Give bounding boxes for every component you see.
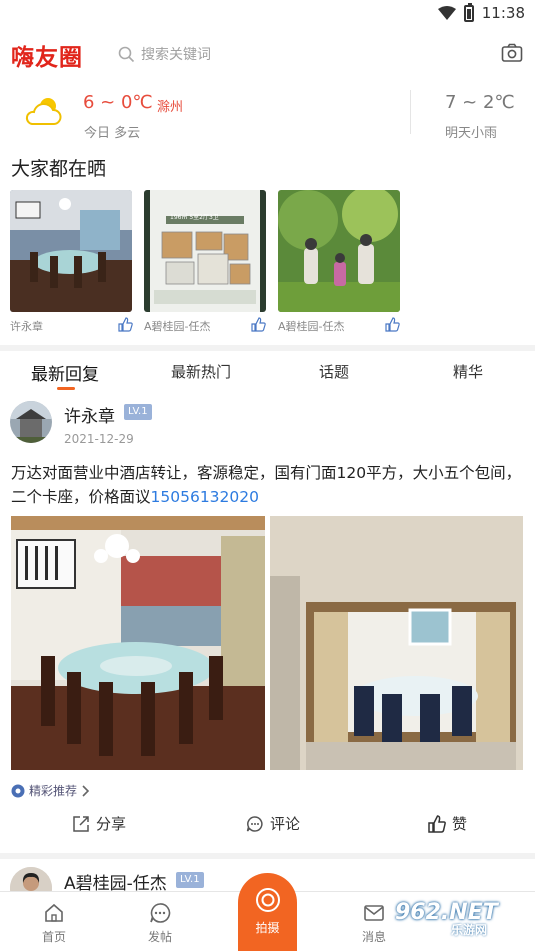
comment-button[interactable]: 评论 xyxy=(246,813,300,834)
tab-topics[interactable]: 话题 xyxy=(319,361,349,382)
tab-latest-hot[interactable]: 最新热门 xyxy=(171,361,231,382)
like-button[interactable]: 赞 xyxy=(428,813,467,834)
thumbs-up-icon[interactable] xyxy=(251,317,266,332)
post-photo-private-room[interactable] xyxy=(270,516,523,770)
thumbs-up-icon xyxy=(428,814,446,833)
nav-post-label: 发帖 xyxy=(147,930,172,944)
post-body: 万达对面营业中酒店转让，客源稳定，国有门面120平方，大小五个包间，二个卡座，价… xyxy=(11,464,522,506)
share-button[interactable]: 分享 xyxy=(72,813,126,834)
battery-icon xyxy=(463,2,474,22)
cloudy-weather-icon xyxy=(25,98,62,125)
feed-tabs: 最新回复 最新热门 话题 精华 xyxy=(0,351,535,393)
search-bar[interactable]: 搜索关键词 xyxy=(118,44,211,64)
post-photo-restaurant-room[interactable] xyxy=(11,516,265,770)
chevron-right-icon xyxy=(82,784,90,797)
today-condition: 今日 多云 xyxy=(84,126,141,141)
section-title: 大家都在晒 xyxy=(11,158,107,180)
weather-divider xyxy=(410,90,411,134)
nav-messages-label: 消息 xyxy=(361,930,386,944)
thumbs-up-icon[interactable] xyxy=(385,317,400,332)
level-badge: LV.1 xyxy=(176,872,204,888)
showcase-author: A碧桂园-任杰 xyxy=(278,320,345,333)
nav-home-label: 首页 xyxy=(41,930,66,944)
app-logo: 嗨友圈 xyxy=(11,45,83,71)
tab-latest-replies[interactable]: 最新回复 xyxy=(31,360,99,385)
share-icon xyxy=(73,815,89,832)
avatar[interactable] xyxy=(10,401,52,443)
status-bar: 11:38 xyxy=(0,0,535,30)
showcase-author: 许永章 xyxy=(10,320,43,333)
level-badge: LV.1 xyxy=(124,404,152,420)
post-author[interactable]: 许永章 xyxy=(64,402,115,427)
phone-link[interactable]: 15056132020 xyxy=(151,488,259,506)
showcase-section: 大家都在晒 许永章 196㎡ 5室2厅3卫 A碧桂园-任杰 A碧桂园-任杰 xyxy=(0,152,535,345)
city-name[interactable]: 滁州 xyxy=(157,96,183,115)
nav-shoot-label: 拍摄 xyxy=(255,921,280,935)
showcase-photo-dining-room[interactable] xyxy=(10,190,132,312)
feed-post[interactable]: 许永章 LV.1 2021-12-29 万达对面营业中酒店转让，客源稳定，国有门… xyxy=(0,393,535,853)
nav-post[interactable]: 发帖 xyxy=(130,902,190,945)
comment-label: 评论 xyxy=(270,815,301,833)
weather-panel[interactable]: 6 ~ 0℃ 滁州 今日 多云 7 ~ 2℃ 明天小雨 xyxy=(0,80,535,152)
post-text: 万达对面营业中酒店转让，客源稳定，国有门面120平方，大小五个包间，二个卡座，价… xyxy=(11,461,526,509)
post-date: 2021-12-29 xyxy=(64,432,134,446)
envelope-icon xyxy=(364,905,384,921)
recommend-link[interactable]: 精彩推荐 xyxy=(11,782,91,799)
search-placeholder: 搜索关键词 xyxy=(141,47,211,63)
chat-bubble-icon xyxy=(150,903,171,923)
tomorrow-temperature: 7 ~ 2℃ xyxy=(445,92,515,113)
nav-shoot-button[interactable]: 拍摄 xyxy=(238,873,297,951)
showcase-author: A碧桂园-任杰 xyxy=(144,320,211,333)
today-temperature: 6 ~ 0℃ xyxy=(83,92,153,113)
tomorrow-condition: 明天小雨 xyxy=(445,126,498,141)
thumbs-up-icon[interactable] xyxy=(118,317,133,332)
floor-plan-ad-text: 196㎡ 5室2厅3卫 xyxy=(170,214,219,221)
wifi-icon xyxy=(437,6,456,20)
tab-featured[interactable]: 精华 xyxy=(453,361,483,382)
comment-icon xyxy=(246,815,263,832)
search-icon xyxy=(118,46,135,62)
site-watermark: 962.NET 乐游网 xyxy=(395,900,498,938)
active-tab-indicator xyxy=(57,387,75,390)
recommend-label: 精彩推荐 xyxy=(29,784,78,798)
nav-home[interactable]: 首页 xyxy=(24,902,84,945)
showcase-photo-floor-plan[interactable]: 196㎡ 5室2厅3卫 xyxy=(144,190,266,312)
recommend-icon xyxy=(11,784,25,797)
post-actions: 分享 评论 赞 xyxy=(0,809,535,839)
share-label: 分享 xyxy=(96,815,127,833)
status-time: 11:38 xyxy=(481,4,525,22)
showcase-photo-family-park[interactable] xyxy=(278,190,400,312)
home-icon xyxy=(45,903,63,922)
camera-icon[interactable] xyxy=(501,42,523,64)
app-header: 嗨友圈 搜索关键词 xyxy=(0,30,535,80)
like-label: 赞 xyxy=(452,815,468,833)
shutter-icon xyxy=(255,888,280,912)
app-screen: 11:38 嗨友圈 搜索关键词 6 ~ 0℃ 滁州 今日 多云 7 ~ 2℃ 明… xyxy=(0,0,535,951)
